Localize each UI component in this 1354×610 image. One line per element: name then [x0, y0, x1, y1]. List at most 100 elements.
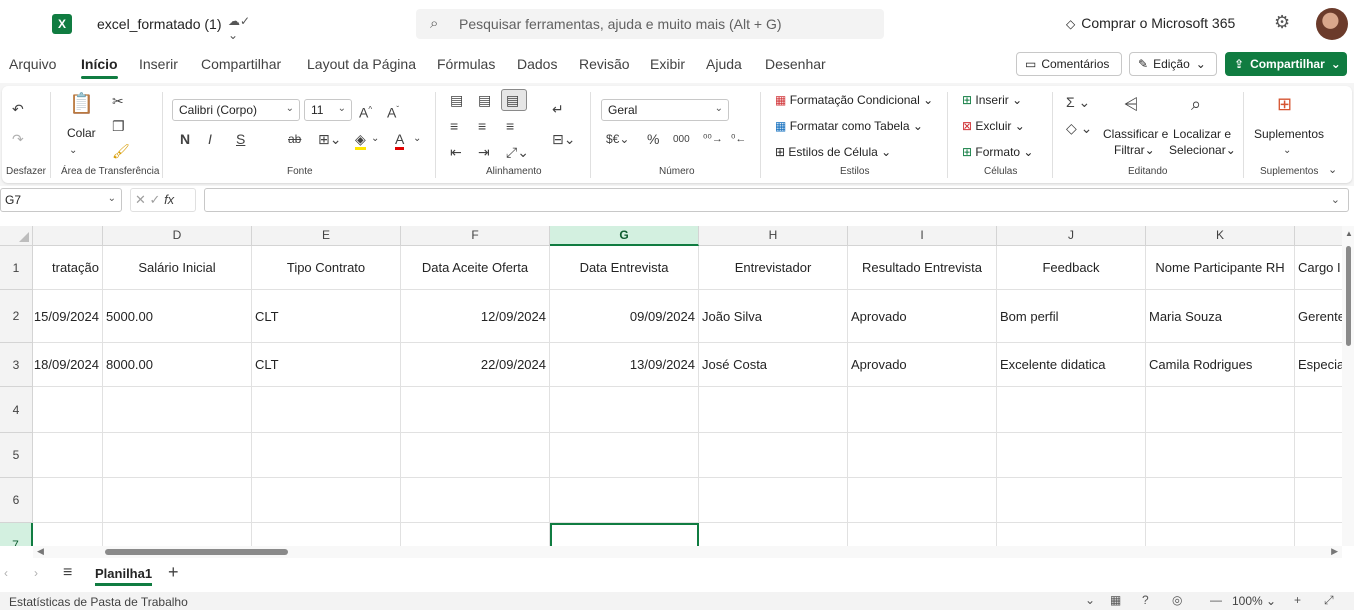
- empty-cell[interactable]: [1146, 478, 1295, 523]
- column-header[interactable]: K: [1146, 226, 1295, 246]
- clear-icon[interactable]: ◇ ⌄: [1066, 120, 1092, 136]
- find-select-icon[interactable]: ⌕: [1191, 95, 1201, 113]
- find-select-label-1[interactable]: Localizar e: [1173, 127, 1231, 141]
- empty-cell[interactable]: [401, 523, 550, 546]
- table-cell[interactable]: CLT: [252, 343, 401, 387]
- chevron-down-icon[interactable]: ⌄: [413, 131, 421, 147]
- empty-cell[interactable]: [33, 387, 103, 433]
- tab-formulas[interactable]: Fórmulas: [437, 56, 495, 72]
- row-header[interactable]: 3: [0, 343, 33, 387]
- empty-cell[interactable]: [997, 433, 1146, 478]
- strikethrough-icon[interactable]: ab: [288, 131, 301, 147]
- sort-filter-icon[interactable]: ⩤: [1124, 95, 1138, 113]
- format-cells-button[interactable]: ⊞ Formato ⌄: [962, 145, 1033, 159]
- table-cell[interactable]: José Costa: [699, 343, 848, 387]
- add-sheet-icon[interactable]: +: [168, 562, 179, 583]
- empty-cell[interactable]: [1146, 387, 1295, 433]
- buy-microsoft-365-link[interactable]: ◇ Comprar o Microsoft 365: [1066, 15, 1235, 31]
- sort-filter-label-1[interactable]: Classificar e: [1103, 127, 1168, 141]
- table-cell[interactable]: CLT: [252, 290, 401, 343]
- sheet-list-icon[interactable]: ≡: [63, 564, 72, 582]
- header-cell[interactable]: Nome Participante RH: [1146, 246, 1295, 290]
- empty-cell[interactable]: [1146, 523, 1295, 546]
- table-cell[interactable]: Aprovado: [848, 343, 997, 387]
- sheet-tab-planilha1[interactable]: Planilha1: [95, 566, 153, 586]
- avatar[interactable]: [1316, 8, 1348, 40]
- empty-cell[interactable]: [252, 387, 401, 433]
- increase-indent-icon[interactable]: ⇥: [478, 144, 490, 160]
- tab-inserir[interactable]: Inserir: [139, 56, 178, 72]
- feedback-icon[interactable]: ◎: [1172, 593, 1182, 607]
- autosum-icon[interactable]: Σ ⌄: [1066, 94, 1090, 110]
- table-cell[interactable]: Aprovado: [848, 290, 997, 343]
- table-cell[interactable]: Camila Rodrigues: [1146, 343, 1295, 387]
- font-color-icon[interactable]: A: [395, 131, 405, 150]
- cell-styles-button[interactable]: ⊞ Estilos de Célula ⌄: [775, 145, 891, 159]
- column-header[interactable]: E: [252, 226, 401, 246]
- previous-sheet-icon[interactable]: ‹: [4, 566, 8, 580]
- add-ins-label[interactable]: Suplementos: [1254, 127, 1324, 141]
- formula-input[interactable]: ⌄: [204, 188, 1349, 212]
- share-button[interactable]: ⇪ Compartilhar ⌄: [1225, 52, 1347, 76]
- row-header[interactable]: 1: [0, 246, 33, 290]
- gear-icon[interactable]: ⚙: [1274, 12, 1290, 33]
- empty-cell[interactable]: [699, 433, 848, 478]
- align-right-icon[interactable]: ≡: [506, 118, 514, 134]
- horizontal-scrollbar[interactable]: ◀ ▶: [33, 546, 1342, 558]
- tab-dados[interactable]: Dados: [517, 56, 557, 72]
- empty-cell[interactable]: [848, 523, 997, 546]
- align-center-icon[interactable]: ≡: [478, 118, 486, 134]
- fit-window-icon[interactable]: ⤢: [1324, 593, 1334, 608]
- row-header[interactable]: 6: [0, 478, 33, 523]
- chevron-down-icon[interactable]: ⌄: [1331, 193, 1340, 206]
- row-header[interactable]: 7: [0, 523, 33, 546]
- tab-inicio[interactable]: Início: [81, 56, 118, 79]
- empty-cell[interactable]: [252, 523, 401, 546]
- font-family-select[interactable]: Calibri (Corpo) ⌄: [172, 99, 300, 121]
- empty-cell[interactable]: [401, 478, 550, 523]
- undo-icon[interactable]: ↶: [12, 101, 24, 117]
- empty-cell[interactable]: [401, 387, 550, 433]
- edit-mode-button[interactable]: ✎ Edição ⌄: [1129, 52, 1217, 76]
- sort-filter-label-2[interactable]: Filtrar⌄: [1114, 143, 1155, 157]
- tab-revisao[interactable]: Revisão: [579, 56, 630, 72]
- conditional-format-button[interactable]: ▦ Formatação Condicional ⌄: [775, 93, 933, 107]
- chevron-down-icon[interactable]: ⌄: [1085, 593, 1095, 607]
- tab-exibir[interactable]: Exibir: [650, 56, 685, 72]
- column-header[interactable]: D: [103, 226, 252, 246]
- document-title[interactable]: excel_formatado (1): [97, 16, 222, 32]
- table-cell[interactable]: 15/09/2024: [33, 290, 103, 343]
- header-cell[interactable]: Resultado Entrevista: [848, 246, 997, 290]
- number-format-select[interactable]: Geral ⌄: [601, 99, 729, 121]
- confirm-icon[interactable]: ✓: [150, 192, 161, 207]
- tab-arquivo[interactable]: Arquivo: [9, 56, 56, 72]
- tab-ajuda[interactable]: Ajuda: [706, 56, 742, 72]
- table-cell[interactable]: 09/09/2024: [550, 290, 699, 343]
- empty-cell[interactable]: [252, 433, 401, 478]
- paste-icon[interactable]: 📋: [69, 94, 94, 114]
- decrease-decimal-icon[interactable]: ⁰←: [731, 131, 746, 147]
- tab-compartilhar[interactable]: Compartilhar: [201, 56, 281, 72]
- fx-icon[interactable]: fx: [164, 192, 174, 207]
- table-cell[interactable]: 18/09/2024: [33, 343, 103, 387]
- percent-icon[interactable]: %: [647, 131, 659, 147]
- header-cell[interactable]: Salário Inicial: [103, 246, 252, 290]
- scroll-right-icon[interactable]: ▶: [1331, 546, 1338, 557]
- empty-cell[interactable]: [997, 478, 1146, 523]
- decrease-indent-icon[interactable]: ⇤: [450, 144, 462, 160]
- underline-icon[interactable]: S: [236, 131, 245, 147]
- insert-cells-button[interactable]: ⊞ Inserir ⌄: [962, 93, 1022, 107]
- column-header[interactable]: J: [997, 226, 1146, 246]
- table-cell[interactable]: 13/09/2024: [550, 343, 699, 387]
- table-cell[interactable]: Maria Souza: [1146, 290, 1295, 343]
- empty-cell[interactable]: [550, 387, 699, 433]
- cloud-saved-icon[interactable]: ☁✓ ⌄: [228, 14, 258, 42]
- wrap-text-icon[interactable]: ↵: [552, 101, 564, 117]
- search-box[interactable]: ⌕ Pesquisar ferramentas, ajuda e muito m…: [416, 9, 884, 39]
- header-cell[interactable]: Data Aceite Oferta: [401, 246, 550, 290]
- tab-layout[interactable]: Layout da Página: [307, 56, 416, 72]
- empty-cell[interactable]: [848, 387, 997, 433]
- add-ins-icon[interactable]: ⊞: [1277, 95, 1292, 113]
- zoom-in-icon[interactable]: +: [1294, 593, 1301, 607]
- header-cell[interactable]: Data Entrevista: [550, 246, 699, 290]
